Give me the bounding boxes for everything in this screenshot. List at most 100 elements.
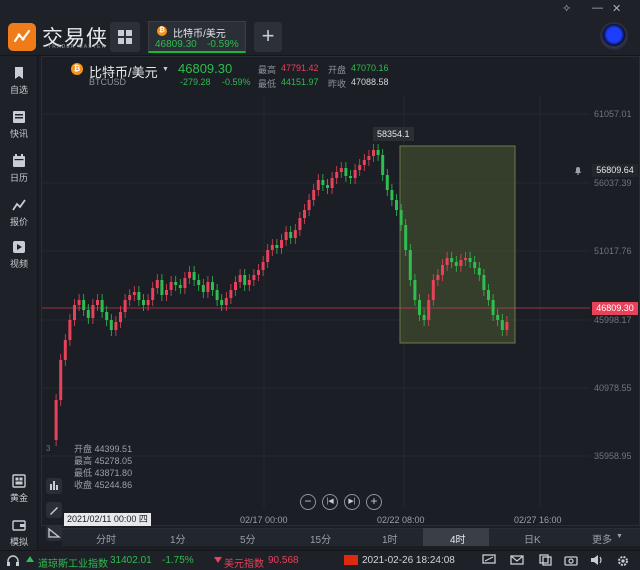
close-icon[interactable]: ✕: [612, 2, 621, 15]
sidebar-item-label: 视频: [9, 259, 28, 269]
pin-icon[interactable]: ✧: [562, 2, 571, 15]
y-axis-label: 56037.39: [594, 178, 632, 188]
tab-15min[interactable]: 15分: [310, 531, 331, 546]
play-icon: [13, 241, 25, 253]
open-value: 47070.16: [351, 63, 389, 73]
current-price: 46809.30: [178, 61, 233, 76]
ohlc-close-label: 收盘: [74, 480, 93, 490]
index1-name[interactable]: 道琼斯工业指数: [38, 555, 108, 570]
zoom-in-button[interactable]: +: [366, 494, 382, 510]
y-axis-label: 51017.76: [594, 246, 632, 256]
trend-icon: [12, 199, 26, 211]
add-tab-button[interactable]: +: [254, 22, 282, 52]
sound-icon[interactable]: [590, 554, 604, 569]
index2-name[interactable]: 美元指数: [224, 555, 264, 570]
y-axis-label: 40978.55: [594, 383, 632, 393]
copy-icon[interactable]: [538, 554, 552, 569]
tab-timeshare[interactable]: 分时: [96, 531, 116, 546]
headset-icon[interactable]: [6, 554, 20, 570]
status-bar: 道琼斯工业指数 31402.01 -1.75% 美元指数 90.568 2021…: [0, 550, 640, 570]
chart-panel: [39, 56, 640, 570]
sidebar-item-label: 日历: [9, 173, 28, 183]
sidebar-item-news[interactable]: 快讯: [0, 110, 38, 140]
tab-4hour[interactable]: 4时: [450, 531, 466, 546]
quote-tab-pct: -0.59%: [207, 39, 239, 50]
grid-icon: [118, 30, 132, 44]
brand-subtitle: TRADER MASTER: [48, 44, 107, 50]
chevron-down-icon[interactable]: ▼: [162, 66, 169, 73]
triangle-ruler-icon: [48, 527, 61, 538]
bitcoin-icon: ₿: [71, 63, 83, 75]
quote-tab-btcusd[interactable]: ₿ 比特币/美元 46809.30 -0.59%: [148, 21, 246, 53]
down-arrow-icon: [214, 557, 222, 563]
low-label: 最低: [258, 79, 277, 89]
bell-icon[interactable]: [573, 165, 583, 175]
ohlc-open: 44399.51: [94, 444, 133, 454]
x-axis-label: 02/27 16:00: [514, 515, 562, 525]
sidebar-item-label: 快讯: [9, 129, 28, 139]
measure-tool-button[interactable]: [46, 525, 62, 541]
ohlc-close: 45244.86: [94, 480, 133, 490]
x-axis-label: 02/22 08:00: [377, 515, 425, 525]
crosshair-date-tag: 2021/02/11 00:00 四: [64, 513, 151, 526]
avatar[interactable]: [600, 22, 628, 50]
top-bar: 交易侠 TRADER MASTER ₿ 比特币/美元 46809.30 -0.5…: [0, 0, 640, 56]
x-axis-label: 02/17 00:00: [240, 515, 288, 525]
up-arrow-icon: [26, 556, 34, 562]
sidebar-item-label: 自选: [9, 85, 28, 95]
sidebar-item-video[interactable]: 视频: [0, 240, 38, 270]
tab-daily[interactable]: 日K: [524, 531, 541, 546]
scale-mark: 3: [46, 444, 51, 453]
scroll-end-button[interactable]: ▶|: [344, 494, 360, 510]
tab-5min[interactable]: 5分: [240, 531, 256, 546]
sidebar-item-label: 报价: [9, 217, 28, 227]
news-icon: [13, 111, 25, 123]
prev-close-value: 47088.58: [351, 77, 389, 87]
bookmark-icon: [15, 67, 23, 79]
sidebar-item-simulation[interactable]: 模拟: [0, 518, 38, 548]
pen-tool-button[interactable]: [46, 502, 62, 518]
wallet-icon: [12, 520, 26, 531]
y-axis-label: 35958.95: [594, 451, 632, 461]
logo-icon: [8, 23, 36, 51]
peak-price-label: 58354.1: [373, 127, 414, 141]
tab-more[interactable]: 更多: [592, 531, 612, 546]
low-value: 44151.97: [281, 77, 319, 87]
chevron-down-icon[interactable]: ▼: [616, 533, 623, 540]
current-price-tag: 46809.30: [592, 302, 638, 315]
ohlc-low-label: 最低: [74, 468, 93, 478]
index2-value: 90.568: [268, 555, 299, 566]
sidebar-item-calendar[interactable]: 日历: [0, 154, 38, 184]
y-axis-label: 61057.01: [594, 109, 632, 119]
layout-grid-button[interactable]: [110, 22, 140, 52]
minimize-icon[interactable]: —: [592, 2, 603, 14]
symbol-code: BTCUSD: [89, 77, 127, 87]
quote-tab-price: 46809.30: [155, 39, 197, 50]
bar-chart-icon: [50, 481, 58, 490]
sidebar-item-label: 模拟: [9, 537, 28, 547]
bitcoin-icon: ₿: [157, 26, 167, 36]
mail-icon[interactable]: [510, 554, 524, 569]
index1-pct: -1.75%: [162, 555, 194, 566]
screen-icon[interactable]: [482, 554, 496, 569]
tab-1min[interactable]: 1分: [170, 531, 186, 546]
indicator-tool-button[interactable]: [46, 478, 62, 494]
index1-value: 31402.01: [110, 555, 152, 566]
zoom-out-button[interactable]: −: [300, 494, 316, 510]
tab-1hour[interactable]: 1时: [382, 531, 398, 546]
camera-icon[interactable]: [564, 554, 578, 569]
ohlc-open-label: 开盘: [74, 444, 93, 454]
gold-icon: [12, 474, 26, 488]
sidebar-item-watchlist[interactable]: 自选: [0, 66, 38, 96]
ohlc-low: 43871.80: [94, 468, 133, 478]
sidebar-item-gold[interactable]: 黄金: [0, 474, 38, 504]
price-change: -279.28: [180, 77, 211, 87]
quote-tab-symbol: 比特币/美元: [173, 29, 226, 40]
sidebar: 自选 快讯 日历 报价 视频 黄金 模拟: [0, 56, 38, 570]
sidebar-item-quotes[interactable]: 报价: [0, 198, 38, 228]
scroll-start-button[interactable]: |◀: [322, 494, 338, 510]
ohlc-high: 45278.05: [94, 456, 133, 466]
prev-close-label: 昨收: [328, 79, 347, 89]
settings-icon[interactable]: [616, 554, 630, 570]
open-label: 开盘: [328, 65, 347, 75]
